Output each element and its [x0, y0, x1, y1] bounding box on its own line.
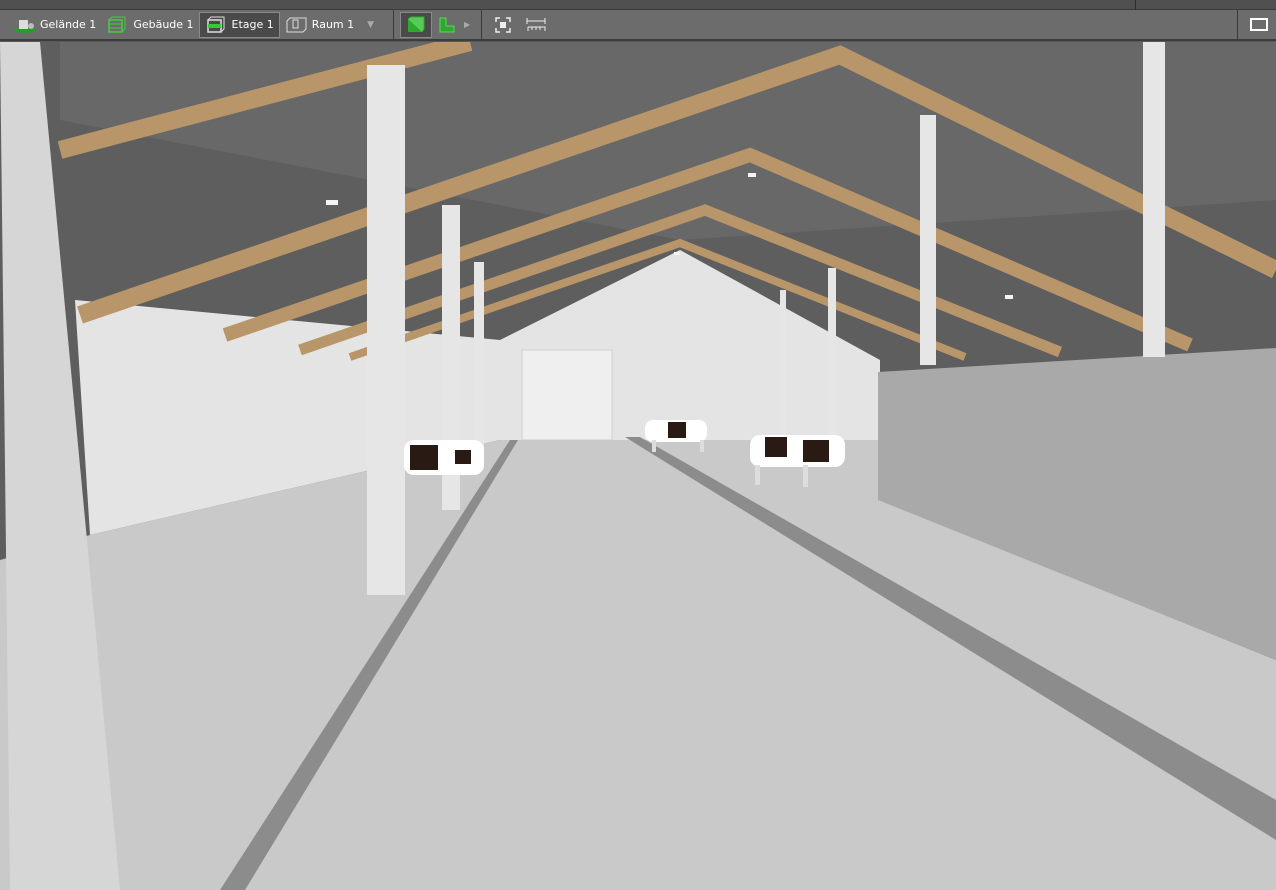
cow: [404, 440, 484, 475]
level-building-button[interactable]: Gebäude 1: [101, 12, 198, 38]
room-label: Raum 1: [311, 18, 355, 31]
3d-viewport[interactable]: [0, 42, 1276, 890]
floorplan-icon: [437, 16, 459, 34]
separator: [481, 9, 483, 40]
fit-view-button[interactable]: [488, 12, 520, 38]
building-label: Gebäude 1: [133, 18, 194, 31]
level-room-button[interactable]: Raum 1 ▼: [280, 12, 379, 38]
terrain-label: Gelände 1: [40, 18, 97, 31]
separator: [393, 9, 395, 40]
floor-icon: [205, 16, 227, 34]
measure-button[interactable]: [520, 12, 552, 38]
floorplan-button[interactable]: ▶: [432, 12, 475, 38]
toolbar: Gelände 1 Gebäude 1 Etage 1 Raum 1 ▼ ▶: [0, 9, 1276, 41]
fit-view-icon: [493, 16, 515, 34]
3d-view-icon: [405, 16, 427, 34]
floor-label: Etage 1: [231, 18, 274, 31]
separator: [1237, 9, 1238, 40]
chevron-right-icon[interactable]: ▶: [464, 20, 470, 29]
level-floor-button[interactable]: Etage 1: [198, 11, 280, 38]
monitor-button[interactable]: [1244, 12, 1276, 38]
divider: [1135, 0, 1136, 10]
back-door: [521, 349, 613, 441]
title-strip: [0, 0, 1276, 10]
building-icon: [106, 16, 128, 34]
monitor-icon: [1249, 16, 1271, 34]
room-icon: [285, 16, 307, 34]
terrain-icon: [13, 16, 36, 34]
3d-view-button[interactable]: [400, 11, 433, 38]
measure-icon: [525, 16, 547, 34]
level-terrain-button[interactable]: Gelände 1: [8, 12, 101, 38]
chevron-down-icon[interactable]: ▼: [367, 20, 374, 30]
